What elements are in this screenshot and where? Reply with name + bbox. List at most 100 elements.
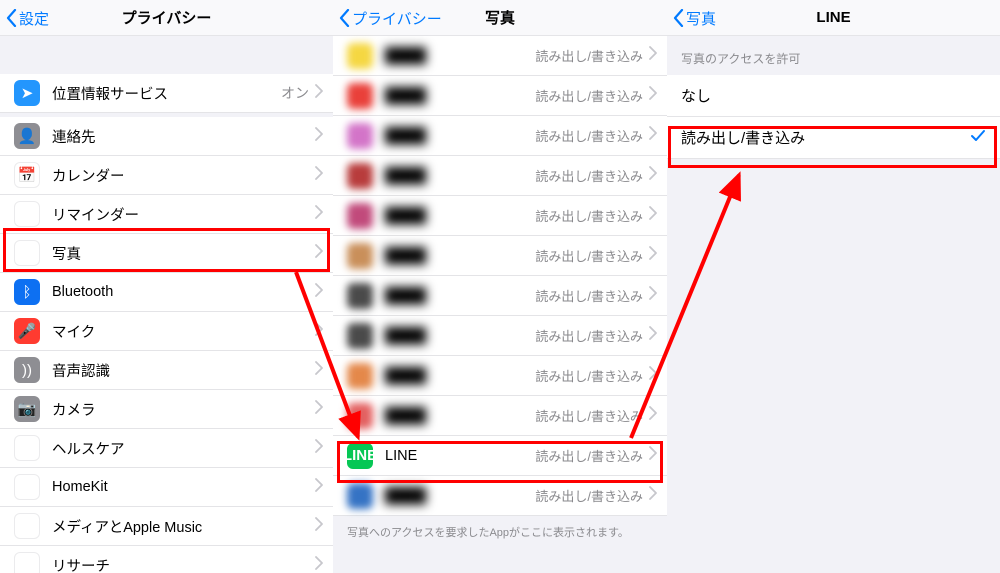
app-row-hidden[interactable]: ████読み出し/書き込み: [333, 316, 667, 356]
chevron-right-icon: [649, 86, 657, 105]
chevron-right-icon: [315, 517, 323, 536]
app-label-hidden: ████: [385, 168, 535, 184]
privacy-row-cal[interactable]: 📅カレンダー: [0, 156, 333, 195]
app-row-line[interactable]: LINELINE読み出し/書き込み: [333, 436, 667, 476]
chevron-right-icon: [649, 126, 657, 145]
back-button[interactable]: プライバシー: [339, 0, 442, 36]
permission-value: 読み出し/書き込み: [535, 206, 643, 225]
privacy-row-loc[interactable]: ➤位置情報サービスオン: [0, 74, 333, 113]
option-label: なし: [681, 85, 711, 106]
app-label-hidden: ████: [385, 128, 535, 144]
chevron-left-icon: [6, 9, 17, 27]
cont-icon: 👤: [14, 123, 40, 149]
app-row-hidden[interactable]: ████読み出し/書き込み: [333, 36, 667, 76]
privacy-panel: 設定 プライバシー ➤位置情報サービスオン 👤連絡先📅カレンダー ⦿ リマインダー ❀ 写…: [0, 0, 333, 573]
app-label-hidden: ████: [385, 288, 535, 304]
row-value: オン: [281, 83, 309, 103]
privacy-row-rem[interactable]: ⦿ リマインダー: [0, 195, 333, 234]
res-icon: ≡: [14, 552, 40, 573]
back-label: 写真: [686, 8, 716, 29]
permission-value: 読み出し/書き込み: [535, 166, 643, 185]
back-button[interactable]: 設定: [6, 0, 49, 36]
chevron-right-icon: [649, 46, 657, 65]
chevron-right-icon: [649, 166, 657, 185]
heal-icon: ♥: [14, 435, 40, 461]
permission-option[interactable]: 読み出し/書き込み: [667, 117, 1000, 159]
app-row-hidden[interactable]: ████読み出し/書き込み: [333, 76, 667, 116]
app-icon: [347, 363, 373, 389]
app-row-hidden[interactable]: ████読み出し/書き込み: [333, 236, 667, 276]
app-label-hidden: ████: [385, 408, 535, 424]
chevron-right-icon: [315, 205, 323, 224]
privacy-row-bt[interactable]: ᛒ Bluetooth: [0, 273, 333, 312]
back-button[interactable]: 写真: [673, 0, 716, 36]
pho-icon: ❀: [14, 240, 40, 266]
navbar: プライバシー 写真: [333, 0, 667, 36]
row-label: メディアとApple Music: [52, 516, 315, 537]
chevron-left-icon: [339, 9, 350, 27]
app-label-hidden: ████: [385, 488, 535, 504]
privacy-row-mic[interactable]: 🎤マイク: [0, 312, 333, 351]
chevron-right-icon: [315, 283, 323, 302]
app-row-hidden[interactable]: ████読み出し/書き込み: [333, 156, 667, 196]
privacy-row-cont[interactable]: 👤連絡先: [0, 117, 333, 156]
app-row-hidden[interactable]: ████読み出し/書き込み: [333, 396, 667, 436]
photos-panel: プライバシー 写真 ████読み出し/書き込み████読み出し/書き込み████…: [333, 0, 667, 573]
app-icon: [347, 323, 373, 349]
permission-value: 読み出し/書き込み: [535, 406, 643, 425]
privacy-row-res[interactable]: ≡ リサーチ: [0, 546, 333, 573]
row-label: リマインダー: [52, 204, 315, 225]
line-panel: 写真 LINE 写真のアクセスを許可 なし読み出し/書き込み: [667, 0, 1000, 573]
chevron-right-icon: [315, 361, 323, 380]
app-icon: [347, 83, 373, 109]
row-label: HomeKit: [52, 479, 315, 495]
app-row-hidden[interactable]: ████読み出し/書き込み: [333, 116, 667, 156]
row-label: リサーチ: [52, 555, 315, 573]
footer-note: 写真へのアクセスを要求したAppがここに表示されます。: [333, 516, 667, 548]
navbar: 設定 プライバシー: [0, 0, 333, 36]
chevron-right-icon: [649, 206, 657, 225]
chevron-left-icon: [673, 9, 684, 27]
row-label: カレンダー: [52, 165, 315, 186]
app-label-hidden: ████: [385, 208, 535, 224]
page-title: LINE: [816, 9, 850, 26]
row-label: ヘルスケア: [52, 438, 315, 459]
app-icon: [347, 203, 373, 229]
privacy-row-home[interactable]: ⌂ HomeKit: [0, 468, 333, 507]
permission-value: 読み出し/書き込み: [535, 86, 643, 105]
row-label: マイク: [52, 321, 315, 342]
app-row-hidden[interactable]: ████読み出し/書き込み: [333, 356, 667, 396]
chevron-right-icon: [315, 439, 323, 458]
vo-icon: )): [14, 357, 40, 383]
privacy-row-heal[interactable]: ♥ ヘルスケア: [0, 429, 333, 468]
chevron-right-icon: [315, 322, 323, 341]
app-row-hidden[interactable]: ████読み出し/書き込み: [333, 476, 667, 516]
app-icon: [347, 283, 373, 309]
page-title: プライバシー: [122, 7, 212, 28]
privacy-row-vo[interactable]: ))音声認識: [0, 351, 333, 390]
privacy-row-cam[interactable]: 📷カメラ: [0, 390, 333, 429]
row-label: 位置情報サービス: [52, 83, 281, 104]
bt-icon: ᛒ: [14, 279, 40, 305]
chevron-right-icon: [315, 244, 323, 263]
row-label: カメラ: [52, 399, 315, 420]
row-label: 写真: [52, 243, 315, 264]
home-icon: ⌂: [14, 474, 40, 500]
chevron-right-icon: [649, 246, 657, 265]
app-label-hidden: ████: [385, 48, 535, 64]
app-row-hidden[interactable]: ████読み出し/書き込み: [333, 276, 667, 316]
row-label: Bluetooth: [52, 284, 315, 300]
permission-option[interactable]: なし: [667, 75, 1000, 117]
app-icon: [347, 403, 373, 429]
rem-icon: ⦿: [14, 201, 40, 227]
mus-icon: ♪: [14, 513, 40, 539]
app-label-hidden: ████: [385, 368, 535, 384]
privacy-row-pho[interactable]: ❀ 写真: [0, 234, 333, 273]
permission-value: 読み出し/書き込み: [535, 46, 643, 65]
app-row-hidden[interactable]: ████読み出し/書き込み: [333, 196, 667, 236]
line-icon: LINE: [347, 443, 373, 469]
app-label-hidden: ████: [385, 248, 535, 264]
privacy-row-mus[interactable]: ♪ メディアとApple Music: [0, 507, 333, 546]
apps-list: ████読み出し/書き込み████読み出し/書き込み████読み出し/書き込み█…: [333, 36, 667, 516]
app-label-hidden: ████: [385, 88, 535, 104]
